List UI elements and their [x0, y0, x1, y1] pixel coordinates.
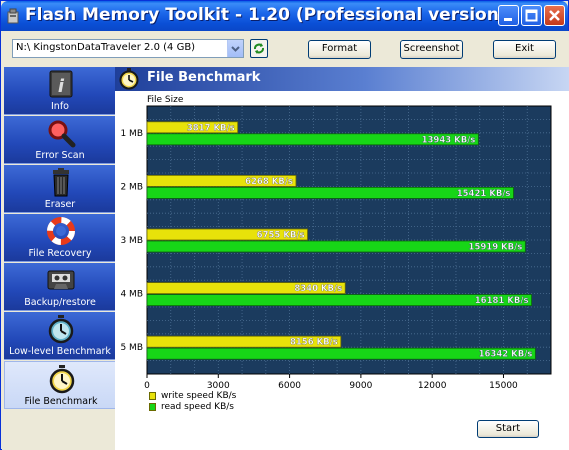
sidebar-item-label: Low-level Benchmark	[9, 346, 111, 357]
sidebar-item-info[interactable]: i Info	[4, 67, 116, 115]
trash-icon	[53, 168, 69, 197]
category-label: 3 MB	[120, 236, 143, 246]
sidebar-item-label: Eraser	[44, 199, 76, 210]
lifebuoy-icon	[47, 217, 75, 245]
bar-label-write: 3817 KB/s	[187, 123, 235, 133]
category-label: 4 MB	[120, 290, 143, 300]
category-label: 2 MB	[120, 182, 143, 192]
x-tick-label: 15000	[489, 381, 518, 391]
main-panel: File Benchmark File Size 0 3000 6000 9000 120…	[115, 67, 569, 450]
sidebar-item-error-scan[interactable]: Error Scan	[4, 116, 116, 164]
bar-label-read: 16342 KB/s	[479, 350, 533, 360]
x-tick-label: 9000	[349, 381, 372, 391]
maximize-icon	[525, 9, 538, 22]
bar-label-write: 8340 KB/s	[294, 284, 342, 294]
magnifier-icon	[48, 120, 76, 148]
chevron-down-icon[interactable]	[227, 40, 243, 57]
sidebar-item-low-level-benchmark[interactable]: Low-level Benchmark	[4, 312, 116, 360]
x-tick-label: 12000	[418, 381, 447, 391]
bar-label-read: 15421 KB/s	[457, 189, 511, 199]
screenshot-button[interactable]: Screenshot	[400, 40, 463, 59]
legend-label-write: write speed KB/s	[161, 391, 237, 401]
panel-header: File Benchmark	[115, 67, 569, 91]
bar-label-read: 15919 KB/s	[469, 243, 523, 253]
svg-text:i: i	[58, 76, 65, 97]
cassette-icon	[47, 270, 75, 290]
bar-label-write: 8156 KB/s	[290, 338, 338, 348]
page-title: File Benchmark	[147, 70, 261, 85]
sidebar-item-label: Info	[51, 101, 69, 112]
sidebar-item-backup-restore[interactable]: Backup/restore	[4, 263, 116, 311]
stopwatch-icon	[48, 315, 74, 344]
format-button[interactable]: Format	[308, 40, 371, 59]
category-label: 1 MB	[120, 129, 143, 139]
bar-label-read: 16181 KB/s	[475, 296, 529, 306]
legend-swatch-write	[149, 392, 156, 400]
legend-label-read: read speed KB/s	[161, 402, 234, 412]
bar-label-write: 6755 KB/s	[257, 231, 305, 241]
sidebar-item-eraser[interactable]: Eraser	[4, 165, 116, 213]
minimize-icon	[504, 18, 512, 21]
bar-label-read: 13943 KB/s	[422, 135, 476, 145]
sidebar-item-label: Backup/restore	[24, 297, 96, 308]
close-icon	[549, 10, 560, 21]
toolbar: N:\ KingstonDataTraveler 2.0 (4 GB) Form…	[2, 31, 569, 67]
x-tick-label: 3000	[207, 381, 230, 391]
start-button[interactable]: Start	[477, 420, 539, 438]
close-button[interactable]	[544, 5, 565, 26]
bar-read	[146, 347, 536, 360]
window-title: Flash Memory Toolkit - 1.20 (Professiona…	[25, 5, 507, 25]
sidebar-item-file-recovery[interactable]: File Recovery	[4, 214, 116, 262]
sidebar-item-label: File Benchmark	[24, 396, 98, 407]
app-window: Flash Memory Toolkit - 1.20 (Professiona…	[0, 0, 569, 450]
drive-select[interactable]: N:\ KingstonDataTraveler 2.0 (4 GB)	[12, 39, 244, 58]
x-tick-label: 0	[144, 381, 150, 391]
stopwatch-icon	[49, 365, 75, 394]
y-axis-title: File Size	[147, 95, 184, 105]
exit-button[interactable]: Exit	[493, 40, 556, 59]
sidebar-item-label: Error Scan	[35, 150, 85, 161]
title-bar[interactable]: Flash Memory Toolkit - 1.20 (Professiona…	[1, 1, 568, 31]
sidebar-item-file-benchmark[interactable]: File Benchmark	[4, 361, 116, 409]
chart-container: File Size 0 3000 6000 9000 12000 15000 1 MB 3817…	[115, 91, 569, 450]
app-icon	[7, 8, 19, 24]
sidebar-item-label: File Recovery	[28, 248, 92, 259]
maximize-button[interactable]	[521, 5, 542, 26]
info-icon: i	[49, 70, 73, 98]
minimize-button[interactable]	[498, 5, 519, 26]
benchmark-chart: File Size 0 3000 6000 9000 12000 15000 1 MB 3817…	[120, 95, 552, 391]
category-label: 5 MB	[120, 343, 143, 353]
x-tick-label: 6000	[278, 381, 301, 391]
sidebar: i Info Error Scan Eraser File Recovery B…	[2, 67, 116, 450]
bar-label-write: 6268 KB/s	[245, 177, 293, 187]
legend-swatch-read	[149, 403, 156, 411]
refresh-button[interactable]	[250, 39, 268, 58]
stopwatch-icon	[119, 68, 139, 90]
refresh-icon	[254, 43, 264, 54]
drive-select-value: N:\ KingstonDataTraveler 2.0 (4 GB)	[16, 42, 196, 53]
